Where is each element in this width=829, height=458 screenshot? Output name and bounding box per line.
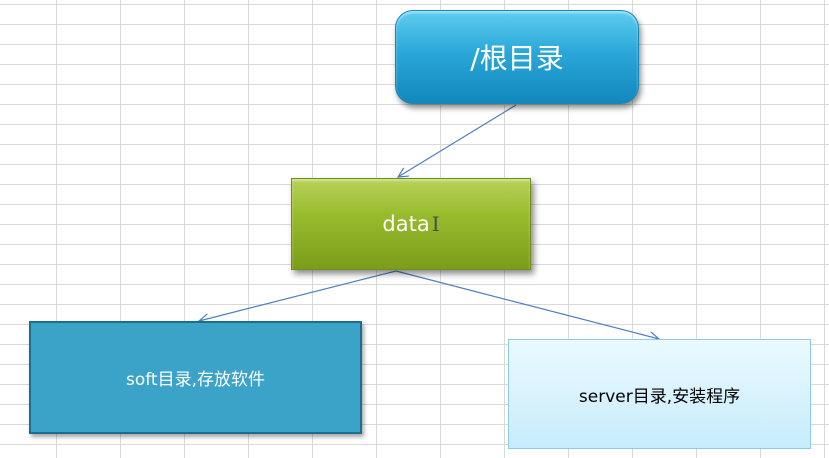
edge-root-to-data [398,104,517,177]
edge-data-to-server [395,270,659,339]
root-directory-label: /根目录 [470,42,564,75]
server-directory-node[interactable]: server目录,安装程序 [508,339,811,449]
server-directory-label: server目录,安装程序 [578,386,741,407]
text-cursor-icon: Ι [431,212,440,236]
root-directory-node[interactable]: /根目录 [395,10,639,104]
data-directory-node[interactable]: data Ι [291,178,531,270]
soft-directory-node[interactable]: soft目录,存放软件 [29,321,362,434]
edge-data-to-soft [199,270,397,321]
soft-directory-label: soft目录,存放软件 [125,370,265,390]
data-directory-label: data [382,212,430,236]
